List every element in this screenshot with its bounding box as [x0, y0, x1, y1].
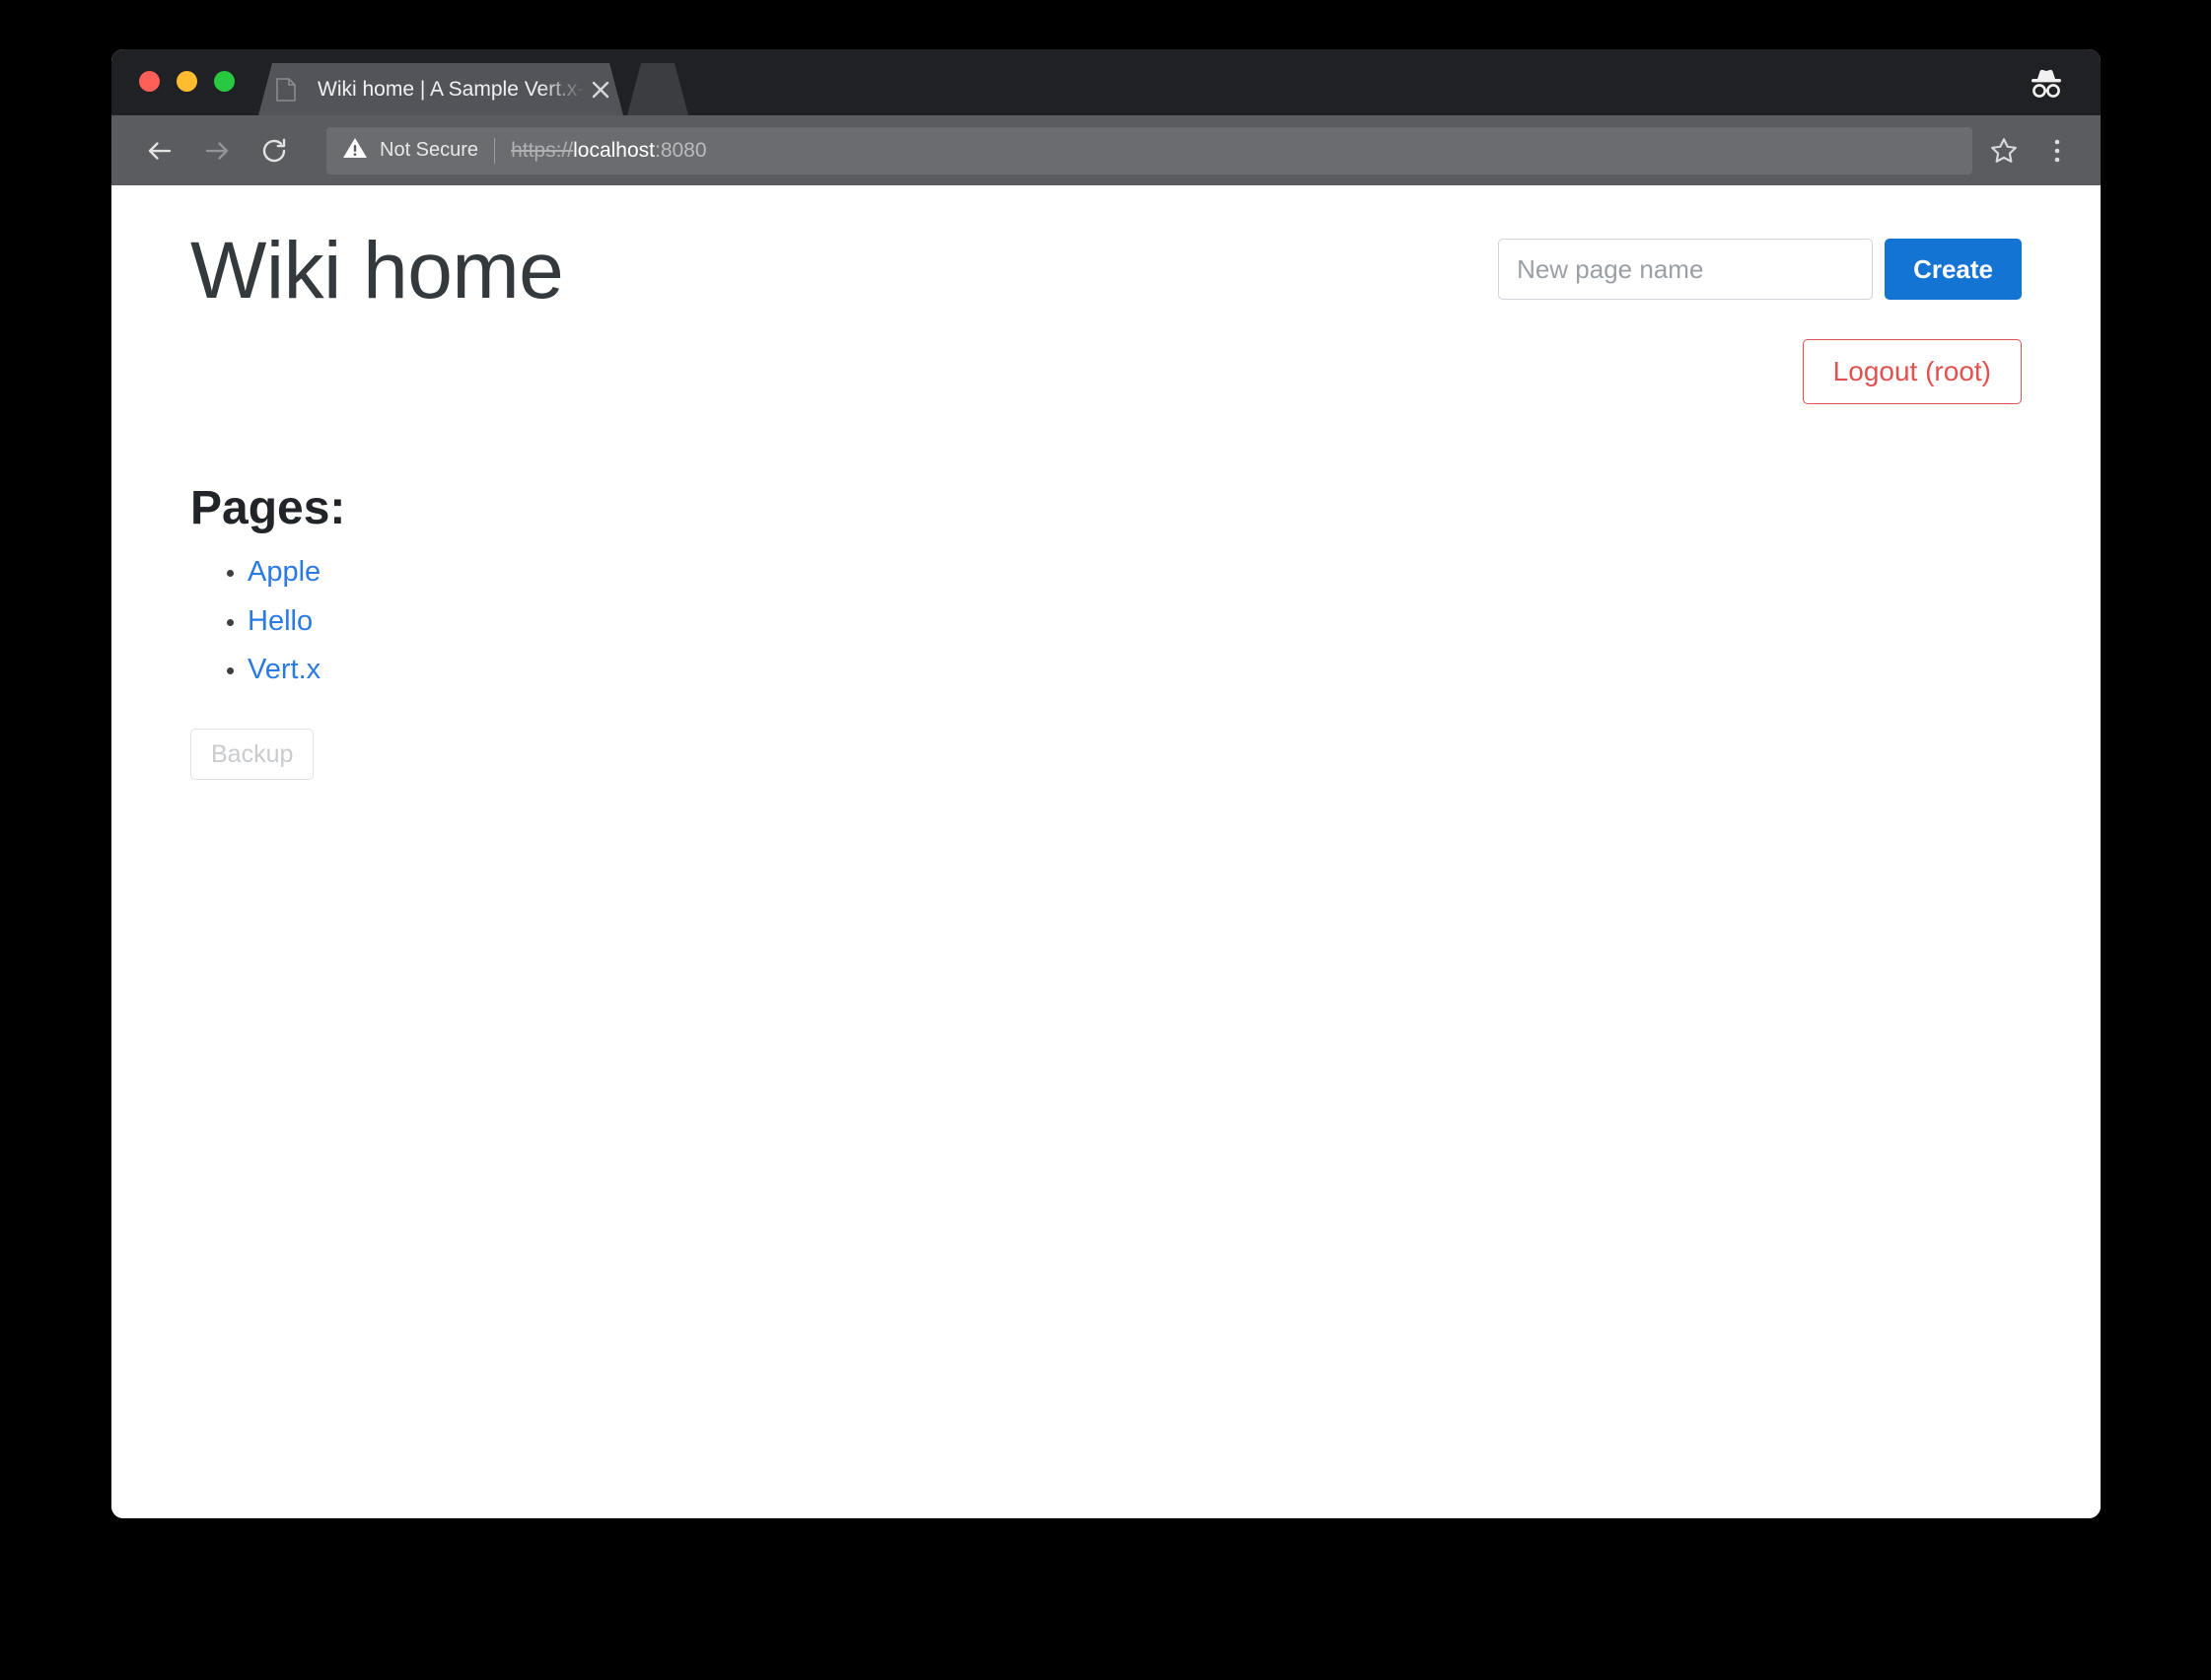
page-viewport: Wiki home Create Logout (root) Pages: Ap…	[111, 185, 2101, 1518]
document-icon	[276, 78, 296, 102]
page-link-hello[interactable]: Hello	[248, 605, 313, 637]
tab-title: Wiki home | A Sample Vert.x-p	[318, 77, 586, 101]
browser-toolbar: Not Secure https://localhost:8080	[111, 115, 2101, 185]
incognito-icon	[2024, 63, 2069, 103]
reload-icon[interactable]	[251, 128, 297, 174]
maximize-window-button[interactable]	[214, 71, 235, 92]
new-tab-icon[interactable]	[627, 63, 688, 115]
logout-row: Logout (root)	[190, 339, 2022, 405]
security-label: Not Secure	[380, 139, 479, 161]
pages-heading: Pages:	[190, 482, 346, 535]
omnibox-divider	[494, 137, 496, 164]
address-bar[interactable]: Not Secure https://localhost:8080	[326, 126, 1972, 175]
list-item: Vert.x	[248, 653, 2022, 686]
create-page-form: Create	[1498, 239, 2022, 300]
backup-button[interactable]: Backup	[190, 729, 315, 781]
close-window-button[interactable]	[139, 71, 160, 92]
url-host: localhost	[573, 138, 655, 162]
page-header-row: Wiki home Create	[190, 221, 2022, 315]
wiki-page: Wiki home Create Logout (root) Pages: Ap…	[111, 185, 2101, 781]
tab-strip: Wiki home | A Sample Vert.x-p	[111, 49, 2101, 115]
url-scheme: https://	[511, 138, 574, 162]
list-item: Hello	[248, 604, 2022, 638]
browser-window: Wiki home | A Sample Vert.x-p Not Secure…	[111, 49, 2101, 1518]
url-port: :8080	[654, 138, 707, 162]
new-page-name-input[interactable]	[1498, 239, 1874, 300]
pages-list: Apple Hello Vert.x	[190, 555, 2022, 686]
list-item: Apple	[248, 555, 2022, 589]
window-controls	[111, 71, 235, 115]
browser-tab[interactable]: Wiki home | A Sample Vert.x-p	[258, 63, 623, 115]
page-title: Wiki home	[190, 226, 564, 315]
forward-arrow-icon	[194, 128, 240, 174]
star-icon[interactable]	[1982, 129, 2026, 173]
logout-button[interactable]: Logout (root)	[1802, 339, 2022, 405]
page-link-apple[interactable]: Apple	[248, 556, 321, 588]
close-icon[interactable]	[586, 75, 615, 105]
warning-triangle-icon	[342, 136, 368, 165]
back-arrow-icon[interactable]	[137, 128, 182, 174]
create-button[interactable]: Create	[1885, 239, 2022, 300]
three-dot-menu-icon[interactable]	[2035, 129, 2079, 173]
url-text: https://localhost:8080	[511, 139, 706, 163]
security-status[interactable]: Not Secure	[342, 136, 478, 165]
page-link-vertx[interactable]: Vert.x	[248, 654, 321, 685]
minimize-window-button[interactable]	[177, 71, 197, 92]
